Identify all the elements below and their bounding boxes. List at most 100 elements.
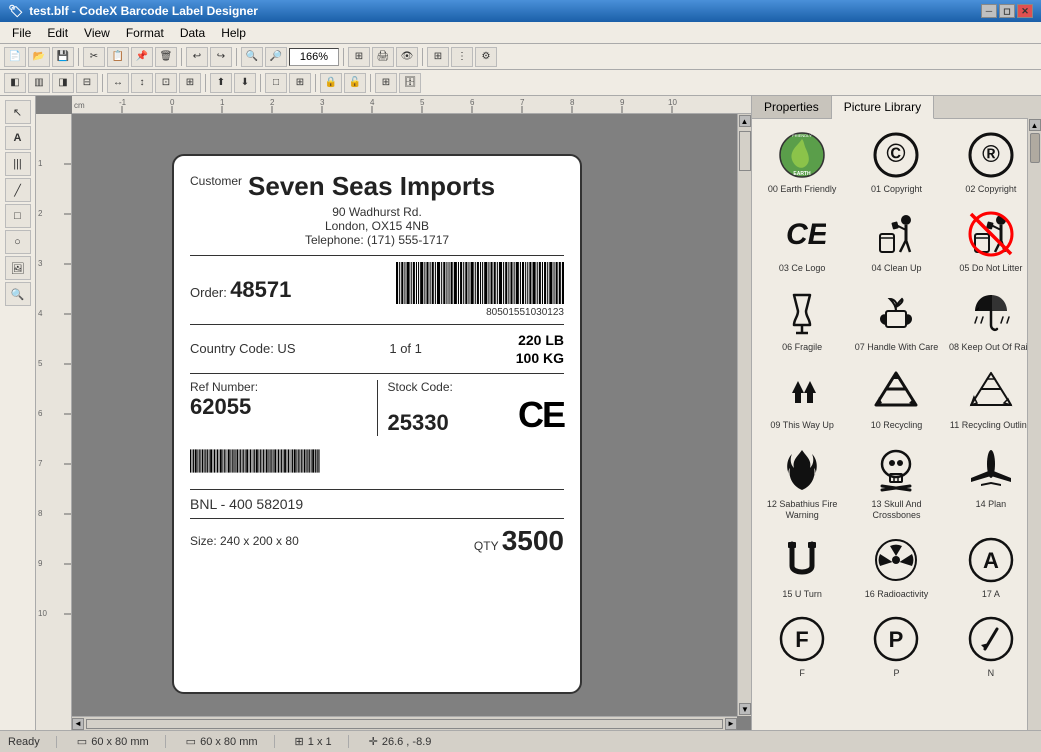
minimize-button[interactable]: ─ [981, 4, 997, 18]
pic-05-do-not-litter[interactable]: 05 Do Not Litter [945, 202, 1037, 279]
print-button[interactable]: 🖨 [372, 47, 394, 67]
pic-01-copyright[interactable]: © 01 Copyright [850, 123, 942, 200]
tab-picture-library[interactable]: Picture Library [832, 96, 934, 119]
lock-button[interactable]: 🔒 [320, 73, 342, 93]
divider5 [190, 518, 564, 519]
ce-logo-icon: CE [775, 207, 829, 261]
zoom-tool[interactable]: 🔍 [5, 282, 31, 306]
ungroup-button[interactable]: ⊞ [289, 73, 311, 93]
vertical-scrollbar[interactable]: ▲ ▼ [737, 114, 751, 716]
copy-button[interactable]: 📋 [107, 47, 129, 67]
barcode-tool[interactable]: ||| [5, 152, 31, 176]
same-w-button[interactable]: ↔ [107, 73, 129, 93]
line-tool[interactable]: ╱ [5, 178, 31, 202]
paste-button[interactable]: 📌 [131, 47, 153, 67]
pic-16-radioactivity[interactable]: 16 Radioactivity [850, 528, 942, 605]
pic-17-a[interactable]: A 17 A [945, 528, 1037, 605]
align-center-button[interactable]: ▥ [28, 73, 50, 93]
same-h-button[interactable]: ↕ [131, 73, 153, 93]
pic-12-fire-warning[interactable]: 12 Sabathius Fire Warning [756, 438, 848, 526]
pic-n[interactable]: N [945, 607, 1037, 684]
tab-properties[interactable]: Properties [752, 96, 832, 118]
pic-13-skull[interactable]: 13 Skull And Crossbones [850, 438, 942, 526]
keep-out-of-rain-icon [964, 286, 1018, 340]
pic-14-plan[interactable]: 14 Plan [945, 438, 1037, 526]
close-button[interactable]: ✕ [1017, 4, 1033, 18]
settings-button[interactable]: ⚙ [475, 47, 497, 67]
fit-button[interactable]: ⊞ [348, 47, 370, 67]
bring-front-button[interactable]: ⬆ [210, 73, 232, 93]
open-button[interactable]: 📂 [28, 47, 50, 67]
svg-text:®: ® [982, 141, 1000, 168]
menu-edit[interactable]: Edit [39, 24, 76, 42]
phone: Telephone: (171) 555-1717 [190, 233, 564, 247]
pic-02-copyright[interactable]: ® 02 Copyright [945, 123, 1037, 200]
delete-button[interactable]: 🗑 [155, 47, 177, 67]
coords-text: 26.6 , -8.9 [382, 736, 432, 748]
pic-11-recycling-outline[interactable]: 11 Recycling Outline [945, 359, 1037, 436]
menu-file[interactable]: File [4, 24, 39, 42]
same-wh-button[interactable]: ⊡ [155, 73, 177, 93]
pic-09-this-way-up[interactable]: 09 This Way Up [756, 359, 848, 436]
main-area: ↖ A ||| ╱ □ ○ 🖼 🔍 cm -1 0 1 2 [0, 96, 1041, 730]
send-back-button[interactable]: ⬇ [234, 73, 256, 93]
db-button[interactable]: 🗄 [399, 73, 421, 93]
ruler-horizontal: cm -1 0 1 2 3 4 5 6 7 [72, 96, 751, 114]
select-tool[interactable]: ↖ [5, 100, 31, 124]
panel-scrollbar[interactable]: ▲ [1027, 118, 1041, 730]
grid-button[interactable]: ⊞ [427, 47, 449, 67]
customer-label-text: Customer [190, 174, 242, 188]
image-tool[interactable]: 🖼 [5, 256, 31, 280]
address1: 90 Wadhurst Rd. London, OX15 4NB Telepho… [190, 205, 564, 247]
order-number: 48571 [230, 277, 291, 302]
zoom-out-button[interactable]: 🔍 [241, 47, 263, 67]
fragile-icon [775, 286, 829, 340]
undo-button[interactable]: ↩ [186, 47, 208, 67]
pic-p[interactable]: P P [850, 607, 942, 684]
handle-with-care-icon [869, 286, 923, 340]
group-button[interactable]: □ [265, 73, 287, 93]
horizontal-scrollbar[interactable]: ◄ ► [72, 716, 737, 730]
pic-08-keep-out-of-rain[interactable]: 08 Keep Out Of Rain [945, 281, 1037, 358]
pic-03-ce-logo[interactable]: CE 03 Ce Logo [756, 202, 848, 279]
align-right-button[interactable]: ◨ [52, 73, 74, 93]
preview-button[interactable]: 👁 [396, 47, 418, 67]
distribute-h-button[interactable]: ⊟ [76, 73, 98, 93]
ellipse-tool[interactable]: ○ [5, 230, 31, 254]
pic-15-u-turn[interactable]: 15 U Turn [756, 528, 848, 605]
zoom-input[interactable] [289, 48, 339, 66]
field-button[interactable]: ⊞ [375, 73, 397, 93]
rect-tool[interactable]: □ [5, 204, 31, 228]
save-button[interactable]: 💾 [52, 47, 74, 67]
svg-text:1: 1 [38, 159, 43, 168]
zoom-in-button[interactable]: 🔎 [265, 47, 287, 67]
menu-help[interactable]: Help [213, 24, 254, 42]
menu-data[interactable]: Data [172, 24, 213, 42]
pic-07-handle-with-care[interactable]: 07 Handle With Care [850, 281, 942, 358]
sep6 [102, 74, 103, 92]
unlock-button[interactable]: 🔓 [344, 73, 366, 93]
redo-button[interactable]: ↪ [210, 47, 232, 67]
menu-bar: File Edit View Format Data Help [0, 22, 1041, 44]
align-left-button[interactable]: ◧ [4, 73, 26, 93]
restore-button[interactable]: ◻ [999, 4, 1015, 18]
new-button[interactable]: 📄 [4, 47, 26, 67]
cut-button[interactable]: ✂ [83, 47, 105, 67]
snap-button[interactable]: ⋮ [451, 47, 473, 67]
pic-f[interactable]: F F [756, 607, 848, 684]
weight2: 100 KG [516, 349, 564, 367]
menu-view[interactable]: View [76, 24, 118, 42]
svg-text:FRIENDLY: FRIENDLY [792, 133, 812, 138]
pic-12-label: 12 Sabathius Fire Warning [759, 499, 845, 521]
pic-04-clean-up[interactable]: 04 Clean Up [850, 202, 942, 279]
pic-00-earth-friendly[interactable]: EARTH FRIENDLY 00 Earth Friendly [756, 123, 848, 200]
pic-06-fragile[interactable]: 06 Fragile [756, 281, 848, 358]
sep7 [205, 74, 206, 92]
menu-format[interactable]: Format [118, 24, 172, 42]
pic-10-recycling[interactable]: 10 Recycling [850, 359, 942, 436]
coords-icon: ✛ [369, 735, 378, 748]
canvas-content: Customer Seven Seas Imports 90 Wadhurst … [72, 114, 737, 716]
order-row: Order: 48571 [190, 262, 564, 318]
text-tool[interactable]: A [5, 126, 31, 150]
size-button[interactable]: ⊞ [179, 73, 201, 93]
